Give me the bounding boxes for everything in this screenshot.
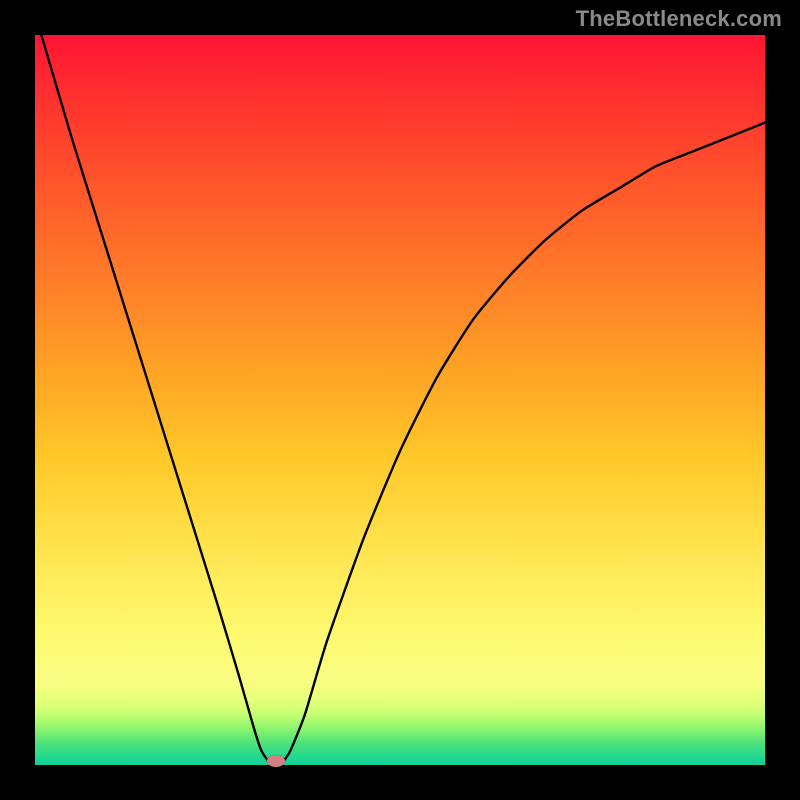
chart-frame: TheBottleneck.com: [0, 0, 800, 800]
watermark-label: TheBottleneck.com: [576, 6, 782, 32]
optimum-marker: [267, 755, 285, 767]
bottleneck-curve: [35, 35, 765, 765]
plot-area: [35, 35, 765, 765]
